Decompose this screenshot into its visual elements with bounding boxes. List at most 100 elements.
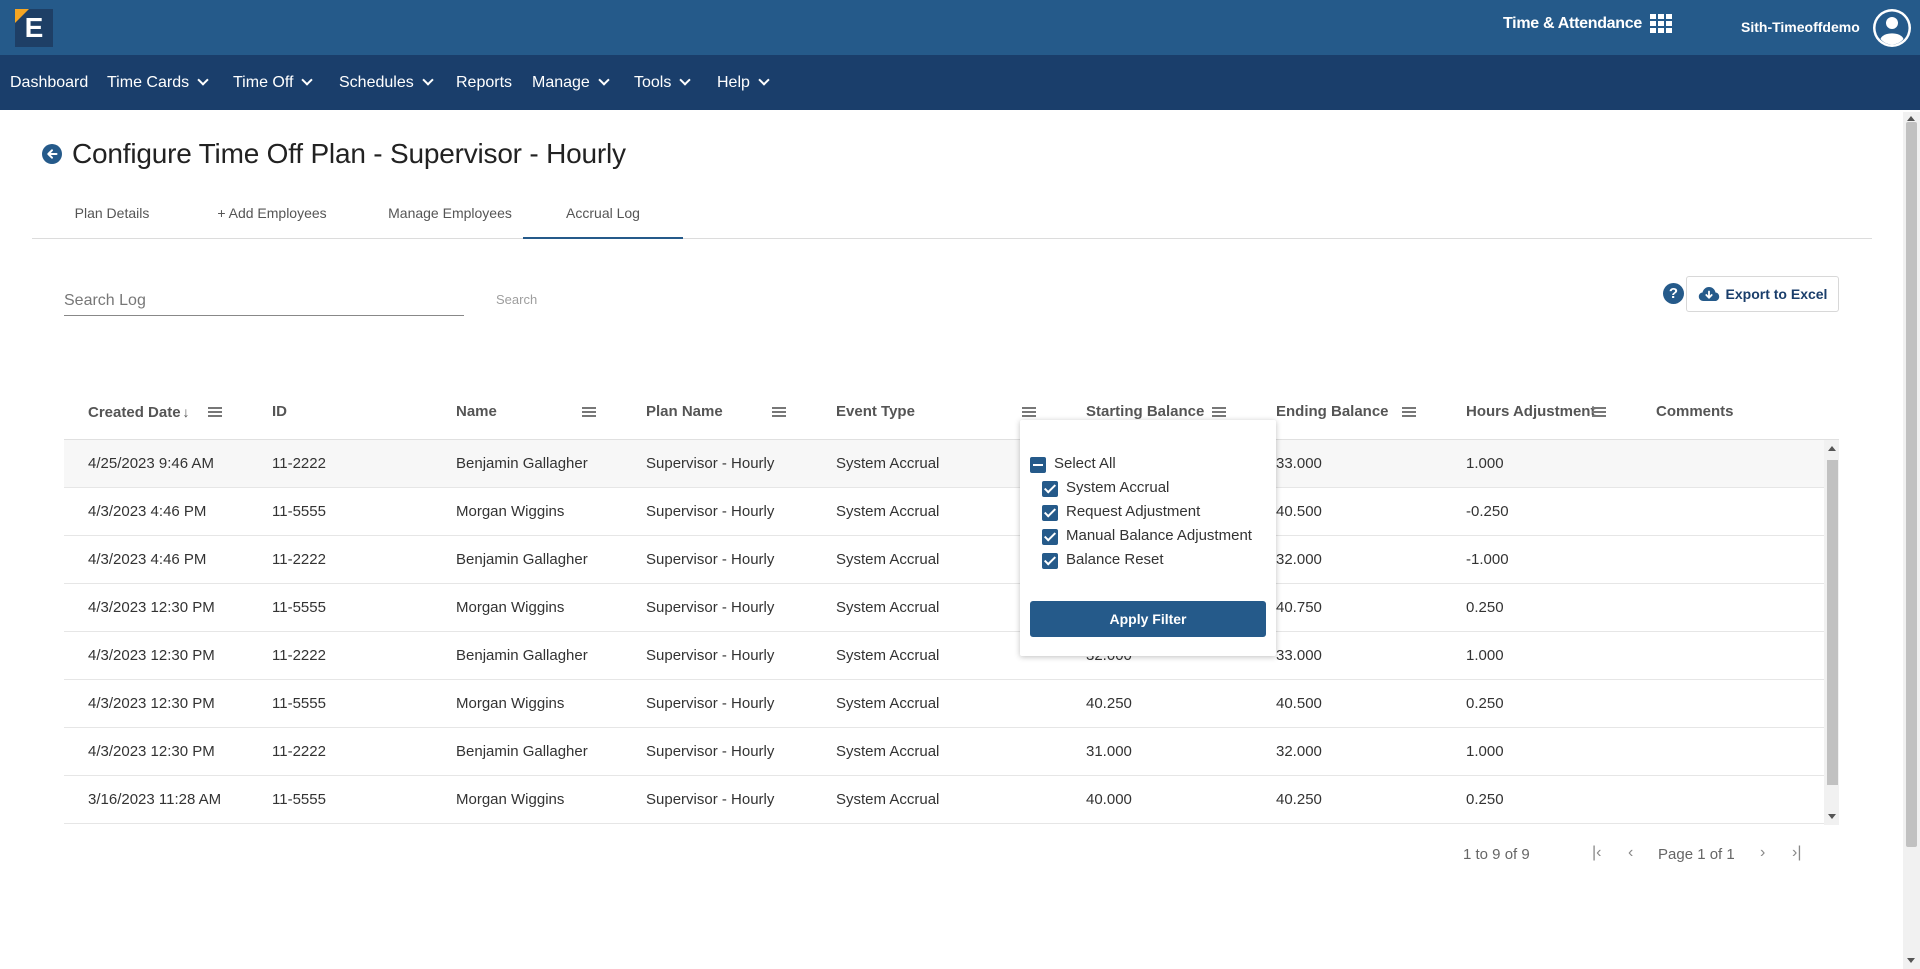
cell-id: 11-5555 [272,503,326,520]
nav-item-tools[interactable]: Tools [634,55,692,110]
app-grid-icon[interactable] [1650,14,1672,33]
tab-accrual-log[interactable]: Accrual Log [523,195,683,239]
cell-hours-adjustment: -1.000 [1466,551,1509,568]
cell-plan-name: Supervisor - Hourly [646,599,775,616]
cell-event-type: System Accrual [836,791,940,808]
nav-item-time-off[interactable]: Time Off [233,55,314,110]
cloud-download-icon [1698,287,1719,301]
chevron-down-icon [598,74,610,86]
select-all-label[interactable]: Select All [1054,455,1116,472]
cell-ending-balance: 32.000 [1276,743,1322,760]
user-name[interactable]: Sith-Timeoffdemo [1741,19,1860,35]
nav-item-time-cards[interactable]: Time Cards [107,55,209,110]
column-menu-icon[interactable] [1402,407,1416,417]
nav-item-manage[interactable]: Manage [532,55,610,110]
filter-option-label[interactable]: System Accrual [1066,479,1169,496]
event-type-filter-popup: Select All System Accrual Request Adjust… [1020,420,1276,656]
column-label: Created Date [88,404,181,421]
cell-id: 11-2222 [272,647,326,664]
table-row[interactable]: 4/3/2023 4:46 PM 11-2222 Benjamin Gallaghe… [64,536,1824,584]
column-menu-icon[interactable] [582,407,596,417]
column-menu-icon[interactable] [772,407,786,417]
cell-name: Morgan Wiggins [456,599,565,616]
column-menu-icon[interactable] [1592,407,1606,417]
prev-page-icon[interactable]: ‹ [1628,844,1633,862]
cell-id: 11-2222 [272,551,326,568]
nav-item-label: Schedules [339,74,414,91]
cell-ending-balance: 40.250 [1276,791,1322,808]
app-logo[interactable]: E [15,9,53,47]
nav-item-label: Tools [634,74,672,91]
filter-checkbox-system-accrual[interactable] [1042,481,1058,497]
tab-manage-employees[interactable]: Manage Employees [370,195,530,239]
cell-id: 11-2222 [272,455,326,472]
col-header-hours-adjustment[interactable]: Hours Adjustment [1466,390,1595,440]
col-header-plan-name[interactable]: Plan Name [646,390,723,440]
apply-filter-button[interactable]: Apply Filter [1030,601,1266,637]
cell-created-date: 4/3/2023 4:46 PM [88,551,207,568]
scroll-up-icon[interactable] [1828,446,1836,451]
table-row[interactable]: 4/3/2023 12:30 PM 11-2222 Benjamin Gallagh… [64,632,1824,680]
col-header-ending-balance[interactable]: Ending Balance [1276,390,1389,440]
scroll-down-icon[interactable] [1828,814,1836,819]
col-header-name[interactable]: Name [456,390,497,440]
table-row[interactable]: 4/3/2023 4:46 PM 11-5555 Morgan Wiggins Sup… [64,488,1824,536]
filter-option-label[interactable]: Request Adjustment [1066,503,1200,520]
accrual-log-table: Created Date ↓ ID Name Plan Name Event Ty… [64,390,1839,825]
plan-tabs: Plan Details + Add Employees Manage Empl… [32,195,1872,239]
tab-add-employees[interactable]: + Add Employees [207,195,337,239]
search-button[interactable]: Search [496,292,537,307]
nav-item-help[interactable]: Help [717,55,770,110]
col-header-id[interactable]: ID [272,390,287,440]
filter-checkbox-balance-reset[interactable] [1042,553,1058,569]
page-scroll-up-icon[interactable] [1907,116,1915,121]
table-row[interactable]: 3/16/2023 11:28 AM 11-5555 Morgan Wiggins S… [64,776,1824,824]
cell-created-date: 4/3/2023 4:46 PM [88,503,207,520]
next-page-icon[interactable]: › [1760,844,1765,862]
cell-created-date: 4/3/2023 12:30 PM [88,743,215,760]
cell-starting-balance: 40.250 [1086,695,1132,712]
search-log-input[interactable] [64,286,464,316]
table-row[interactable]: 4/3/2023 12:30 PM 11-2222 Benjamin Gallagh… [64,728,1824,776]
table-scrollbar-thumb[interactable] [1827,460,1838,785]
cell-id: 11-5555 [272,791,326,808]
filter-checkbox-request-adjustment[interactable] [1042,505,1058,521]
nav-item-dashboard[interactable]: Dashboard [10,55,88,110]
cell-plan-name: Supervisor - Hourly [646,647,775,664]
main-nav: Dashboard Time Cards Time Off Schedules … [0,55,1920,110]
nav-item-label: Time Cards [107,74,190,91]
filter-checkbox-manual-balance-adjustment[interactable] [1042,529,1058,545]
back-arrow-icon[interactable] [42,144,62,164]
cell-event-type: System Accrual [836,455,940,472]
page-scrollbar-thumb[interactable] [1906,122,1917,847]
select-all-checkbox[interactable] [1030,457,1046,473]
cell-name: Benjamin Gallagher [456,551,588,568]
column-menu-icon[interactable] [208,407,222,417]
table-row[interactable]: 4/3/2023 12:30 PM 11-5555 Morgan Wiggins Su… [64,680,1824,728]
nav-item-schedules[interactable]: Schedules [339,55,434,110]
page-scroll-down-icon[interactable] [1907,958,1915,963]
column-menu-icon[interactable] [1212,407,1226,417]
last-page-icon[interactable]: ›| [1792,844,1801,862]
user-avatar-icon[interactable] [1872,8,1912,48]
tab-plan-details[interactable]: Plan Details [57,195,167,239]
cell-id: 11-5555 [272,599,326,616]
first-page-icon[interactable]: |‹ [1592,844,1601,862]
chevron-down-icon [197,74,209,86]
filter-option-label[interactable]: Balance Reset [1066,551,1164,568]
cell-name: Benjamin Gallagher [456,647,588,664]
col-header-created-date[interactable]: Created Date ↓ [88,390,190,440]
cell-name: Benjamin Gallagher [456,455,588,472]
nav-item-label: Dashboard [10,74,89,91]
col-header-comments[interactable]: Comments [1656,390,1734,440]
column-menu-icon[interactable] [1022,407,1036,417]
nav-item-reports[interactable]: Reports [456,55,512,110]
table-row[interactable]: 4/3/2023 12:30 PM 11-5555 Morgan Wiggins Su… [64,584,1824,632]
col-header-event-type[interactable]: Event Type [836,390,915,440]
chevron-down-icon [422,74,434,86]
help-icon[interactable]: ? [1663,283,1684,304]
export-to-excel-button[interactable]: Export to Excel [1686,276,1839,312]
filter-option-label[interactable]: Manual Balance Adjustment [1066,527,1252,544]
table-row[interactable]: 4/25/2023 9:46 AM 11-2222 Benjamin Gallagh… [64,440,1824,488]
cell-created-date: 4/3/2023 12:30 PM [88,647,215,664]
